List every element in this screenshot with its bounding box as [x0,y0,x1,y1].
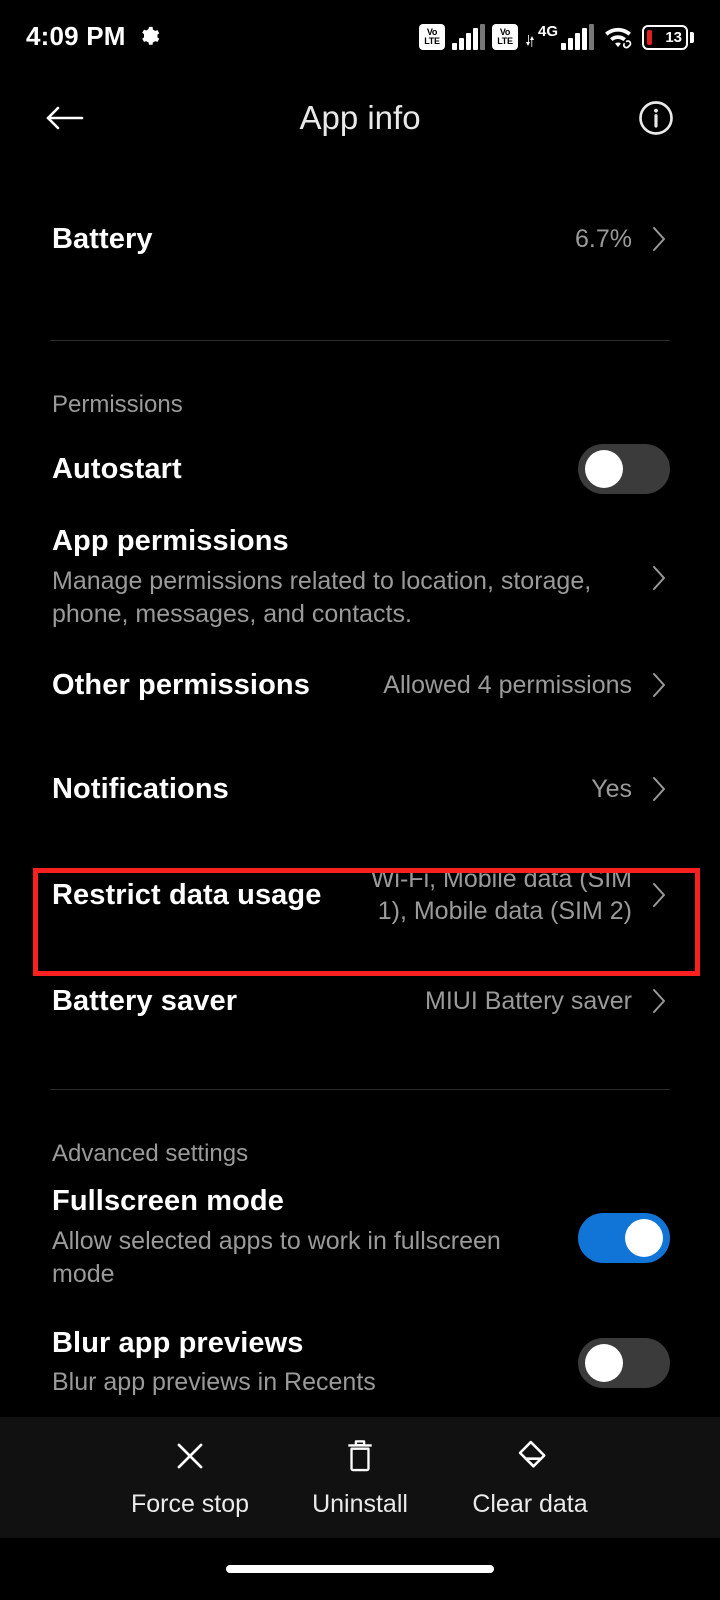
wifi-icon [601,22,635,50]
bottom-action-bar: Force stop Uninstall Clear data [0,1417,720,1538]
row-app-permissions-subtitle: Manage permissions related to location, … [52,566,592,629]
volte-sim2-bottom: LTE [497,36,513,46]
status-bar-right: Vo LTE Vo LTE 4G 13 [418,22,694,50]
row-notifications-value: Yes [591,774,632,803]
row-fullscreen-mode-title: Fullscreen mode [52,1185,284,1218]
status-bar: 4:09 PM Vo LTE Vo LTE 4G 13 [0,0,720,72]
row-other-permissions[interactable]: Other permissions Allowed 4 permissions [0,633,720,737]
volte-sim1-bottom: LTE [424,36,440,46]
section-label-permissions: Permissions [52,391,183,418]
divider-2 [50,1089,670,1090]
trash-icon [342,1436,378,1476]
row-blur-app-previews-texts: Blur app previews Blur app previews in R… [52,1326,560,1400]
row-autostart-title: Autostart [52,452,182,485]
row-fullscreen-mode-texts: Fullscreen mode Allow selected apps to w… [52,1184,560,1291]
signal-bars-sim1-icon [451,24,485,50]
autostart-toggle-knob [585,450,623,488]
row-battery-texts: Battery [52,222,561,256]
row-restrict-data-usage-value: Wi-Fi, Mobile data (SIM 1), Mobile data … [370,864,632,926]
settings-list[interactable]: Battery 6.7% Permissions Autostart App p… [0,164,720,1417]
info-circle-icon[interactable] [632,94,680,142]
divider-1 [50,340,670,341]
mobile-network-indicator: 4G [525,23,594,50]
row-battery[interactable]: Battery 6.7% [0,164,720,314]
chevron-right-icon [648,774,670,804]
close-x-icon [171,1436,209,1476]
back-button[interactable] [40,94,88,142]
fullscreen-mode-toggle-knob [625,1219,663,1257]
system-navigation-bar [0,1538,720,1600]
data-transfer-arrows-icon [525,23,535,49]
row-blur-app-previews-title: Blur app previews [52,1327,304,1360]
app-info-screen: 4:09 PM Vo LTE Vo LTE 4G 13 App info Bat… [0,0,720,1600]
gear-icon [138,25,160,47]
chevron-right-icon [648,880,670,910]
row-app-permissions-title: App permissions [52,525,289,558]
app-bar: App info [0,72,720,164]
row-battery-value: 6.7% [575,224,632,253]
force-stop-label: Force stop [130,1490,250,1518]
row-blur-app-previews-subtitle: Blur app previews in Recents [52,1368,376,1397]
row-fullscreen-mode-subtitle: Allow selected apps to work in fullscree… [52,1226,501,1289]
row-other-permissions-value: Allowed 4 permissions [383,670,632,699]
section-label-advanced: Advanced settings [52,1140,249,1167]
battery-percent-label: 13 [665,29,682,46]
row-restrict-data-usage[interactable]: Restrict data usage Wi-Fi, Mobile data (… [0,841,720,949]
uninstall-label: Uninstall [312,1490,408,1518]
battery-body: 13 [642,25,688,50]
signal-bars-sim2-icon [561,24,594,50]
row-app-permissions[interactable]: App permissions Manage permissions relat… [0,513,720,633]
status-bar-left: 4:09 PM [26,21,160,52]
battery-cap [690,32,694,43]
blur-app-previews-toggle[interactable] [578,1338,670,1388]
row-notifications[interactable]: Notifications Yes [0,737,720,841]
status-clock: 4:09 PM [26,20,126,51]
clear-data-button[interactable]: Clear data [445,1436,615,1519]
row-notifications-texts: Notifications [52,772,577,806]
battery-fill [647,30,652,45]
row-battery-saver-texts: Battery saver [52,984,411,1018]
row-restrict-data-usage-title: Restrict data usage [52,878,322,911]
row-restrict-data-usage-texts: Restrict data usage [52,878,328,912]
chevron-right-icon [648,986,670,1016]
row-app-permissions-texts: App permissions Manage permissions relat… [52,524,632,631]
row-battery-title: Battery [52,222,153,255]
chevron-right-icon [648,563,670,593]
row-battery-saver[interactable]: Battery saver MIUI Battery saver [0,949,720,1053]
row-other-permissions-texts: Other permissions [52,668,369,702]
autostart-toggle[interactable] [578,444,670,494]
fullscreen-mode-toggle[interactable] [578,1213,670,1263]
network-type-label: 4G [537,23,558,40]
volte-sim1-icon: Vo LTE [418,24,445,50]
chevron-right-icon [648,224,670,254]
force-stop-button[interactable]: Force stop [105,1436,275,1519]
row-blur-app-previews[interactable]: Blur app previews Blur app previews in R… [0,1294,720,1414]
chevron-right-icon [648,670,670,700]
page-title: App info [299,99,421,136]
row-notifications-title: Notifications [52,772,229,805]
row-other-permissions-title: Other permissions [52,668,310,701]
clear-data-label: Clear data [472,1490,588,1518]
row-fullscreen-mode[interactable]: Fullscreen mode Allow selected apps to w… [0,1174,720,1294]
row-battery-saver-title: Battery saver [52,984,238,1017]
volte-sim2-icon: Vo LTE [491,24,518,50]
battery-icon: 13 [642,25,694,50]
home-indicator[interactable] [226,1565,494,1573]
row-autostart[interactable]: Autostart [0,425,720,513]
blur-app-previews-toggle-knob [585,1344,623,1382]
eraser-icon [511,1436,549,1476]
row-autostart-texts: Autostart [52,452,560,486]
row-battery-saver-value: MIUI Battery saver [425,986,632,1015]
uninstall-button[interactable]: Uninstall [275,1436,445,1519]
